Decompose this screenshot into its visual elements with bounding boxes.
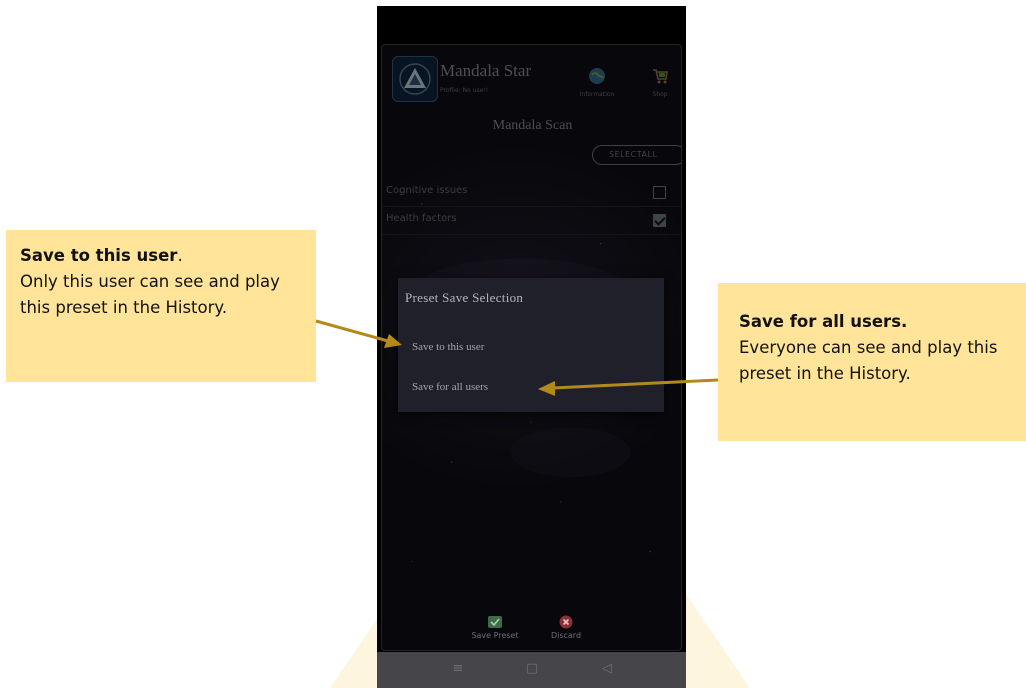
save-preset-button[interactable]: Save Preset (470, 615, 520, 640)
discard-label: Discard (550, 631, 582, 640)
back-icon[interactable]: ◁ (597, 659, 617, 679)
callout-left-heading: Save to this user (20, 246, 178, 265)
system-nav-bar: ≡ ▢ ◁ (377, 652, 686, 688)
status-bar (377, 6, 686, 44)
callout-save-for-all-users: Save for all users. Everyone can see and… (718, 283, 1026, 441)
callout-right-heading: Save for all users. (739, 312, 908, 331)
save-preset-label: Save Preset (471, 631, 519, 640)
callout-left-heading-suffix: . (177, 246, 183, 265)
save-for-all-users-option[interactable]: Save for all users (398, 372, 664, 402)
dialog-title: Preset Save Selection (405, 290, 524, 305)
callout-right-text: Everyone can see and play this preset in… (739, 338, 998, 383)
discard-button[interactable]: Discard (546, 615, 586, 640)
menu-icon[interactable]: ≡ (448, 659, 468, 679)
home-icon[interactable]: ▢ (522, 659, 542, 679)
discard-icon (559, 615, 573, 629)
callout-left-text: Only this user can see and play this pre… (20, 272, 280, 317)
callout-save-to-this-user: Save to this user. Only this user can se… (6, 230, 316, 382)
preset-save-dialog: Preset Save Selection Save to this user … (398, 278, 664, 412)
save-preset-icon (488, 616, 502, 628)
save-to-this-user-option[interactable]: Save to this user (398, 332, 664, 362)
